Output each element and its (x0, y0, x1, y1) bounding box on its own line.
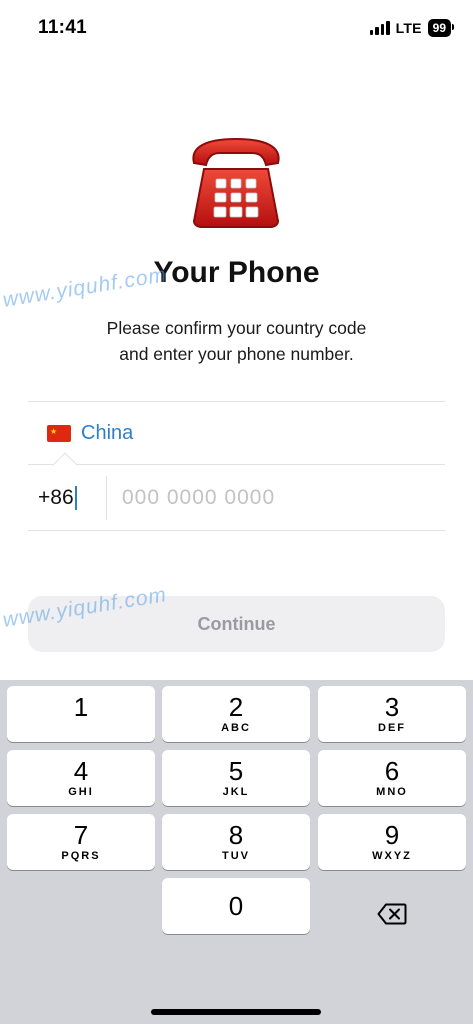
key-digit: 9 (384, 820, 400, 850)
key-7[interactable]: 7 PQRS (7, 814, 155, 870)
backspace-button[interactable] (318, 886, 466, 942)
country-selector[interactable]: ★ China (28, 402, 445, 464)
country-name: China (81, 421, 134, 444)
china-flag-icon: ★ (47, 424, 71, 442)
key-5[interactable]: 5 JKL (162, 750, 310, 806)
key-digit: 1 (73, 692, 89, 722)
subtitle-line-1: Please confirm your country code (106, 318, 367, 338)
telephone-icon (192, 137, 280, 228)
key-2[interactable]: 2 ABC (162, 686, 310, 742)
text-cursor (74, 486, 77, 511)
key-9[interactable]: 9 WXYZ (318, 814, 466, 870)
key-letters: DEF (378, 722, 406, 734)
divider-bottom (28, 530, 445, 531)
home-indicator[interactable] (151, 1009, 321, 1015)
key-3[interactable]: 3 DEF (318, 686, 466, 742)
key-8[interactable]: 8 TUV (162, 814, 310, 870)
key-letters: ABC (221, 722, 251, 734)
key-digit: 4 (73, 756, 89, 786)
key-letters: MNO (376, 786, 408, 798)
key-letters: WXYZ (372, 850, 412, 862)
key-digit: 0 (228, 891, 244, 921)
key-digit: 2 (228, 692, 244, 722)
key-digit: 8 (228, 820, 244, 850)
numeric-keypad: 1 2 ABC 3 DEF 4 GHI 5 JKL 6 MNO 7 PQRS 8 TUV 9W… (0, 680, 473, 1024)
battery-icon: 99 (427, 19, 455, 37)
key-letters: PQRS (61, 850, 101, 862)
key-1[interactable]: 1 (7, 686, 155, 742)
key-letters: TUV (222, 850, 250, 862)
status-indicators: LTE 99 (369, 19, 455, 37)
status-bar: 11:41 LTE 99 (0, 0, 473, 56)
page-subtitle: Please confirm your country code and ent… (60, 315, 413, 367)
divider-middle (28, 464, 445, 465)
key-digit: 5 (228, 756, 244, 786)
key-0[interactable]: 0 (162, 878, 310, 934)
country-code-value: +86 (38, 486, 74, 509)
phone-number-input[interactable] (122, 478, 432, 518)
phone-login-screen: 11:41 LTE 99 Your Phone Please confirm y… (0, 0, 473, 1024)
key-letters: GHI (68, 786, 94, 798)
key-digit: 6 (384, 756, 400, 786)
key-4[interactable]: 4 GHI (7, 750, 155, 806)
backspace-icon (377, 903, 407, 925)
key-digit: 3 (384, 692, 400, 722)
signal-bars-icon (369, 21, 390, 35)
code-separator (106, 476, 107, 520)
network-type: LTE (395, 20, 422, 36)
status-time: 11:41 (38, 17, 88, 38)
key-letters: JKL (222, 786, 250, 798)
country-code-field[interactable]: +86 (38, 478, 104, 518)
subtitle-line-2: and enter your phone number. (119, 344, 354, 364)
key-digit: 7 (73, 820, 89, 850)
key-6[interactable]: 6 MNO (318, 750, 466, 806)
